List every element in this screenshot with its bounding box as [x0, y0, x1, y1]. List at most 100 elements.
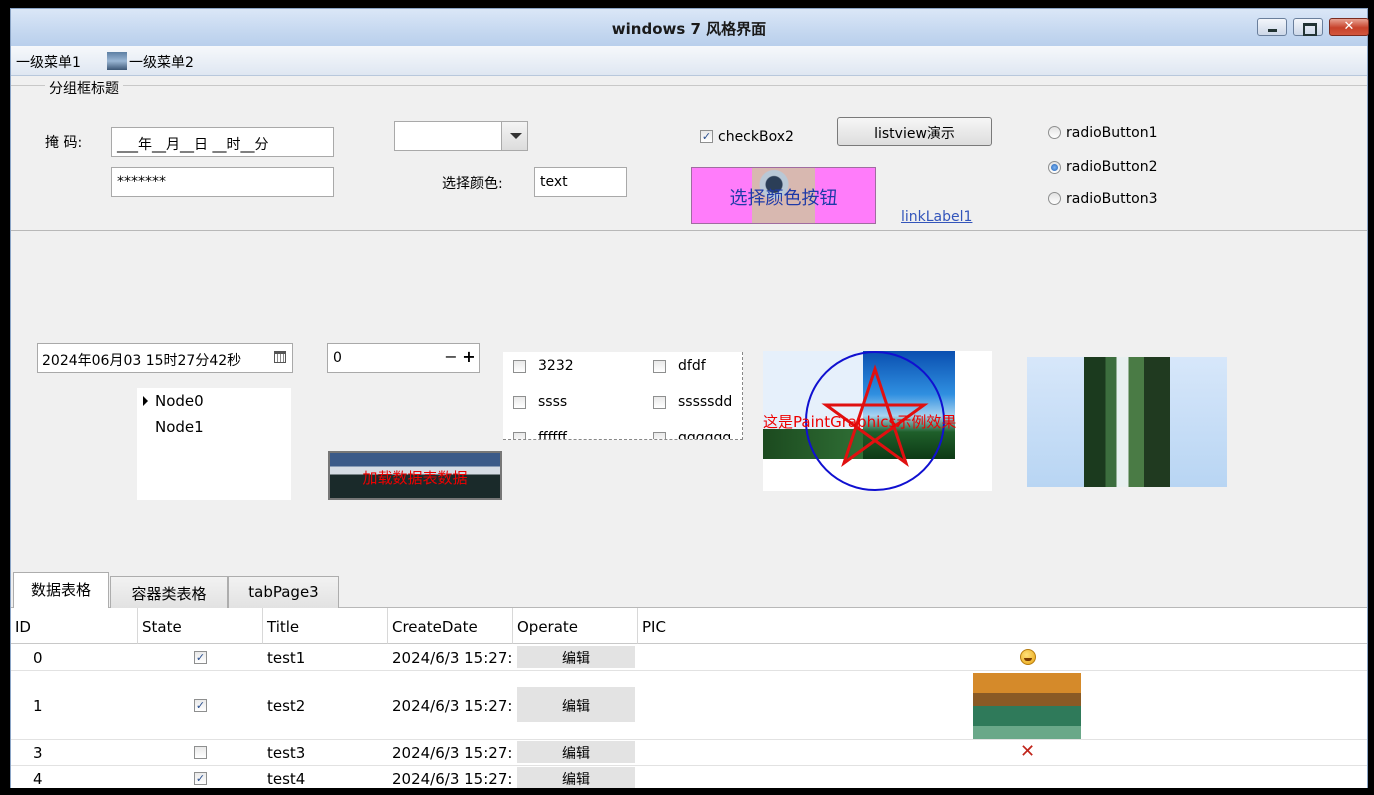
title-bar[interactable]: windows 7 风格界面 ✕ [10, 8, 1369, 46]
radio-label-1: radioButton1 [1066, 125, 1158, 141]
checklist-item[interactable]: gggggg [653, 430, 732, 440]
expand-arrow-icon[interactable] [143, 396, 148, 406]
checklist-item[interactable]: ssss [513, 394, 567, 410]
group-title: 分组框标题 [45, 78, 123, 98]
checklist-item[interactable]: dfdf [653, 358, 706, 374]
radio-button-3[interactable] [1048, 192, 1061, 205]
masked-textbox[interactable]: ___年__月__日 __时__分 [111, 127, 334, 157]
mask-label: 掩 码: [45, 135, 83, 151]
radio-button-1[interactable] [1048, 126, 1061, 139]
color-button-label: 选择颜色按钮 [729, 188, 838, 209]
combo-box[interactable] [394, 121, 528, 151]
chevron-down-icon[interactable] [501, 122, 527, 150]
load-data-button[interactable]: 加载数据表数据 [328, 451, 502, 500]
checklist-label: sssssdd [678, 394, 733, 410]
table-row[interactable]: 1 ✓ test2 2024/6/3 15:27:4 编辑 [11, 671, 1367, 740]
table-row[interactable]: 3 test3 2024/6/3 15:27:4 编辑 ✕ [11, 740, 1367, 766]
calendar-icon[interactable] [274, 351, 286, 363]
menu-item-1[interactable]: 一级菜单1 [16, 52, 81, 72]
minus-icon[interactable]: − [443, 348, 459, 368]
tree-view[interactable]: Node0 Node1 [137, 388, 291, 500]
checkbox-icon[interactable] [513, 395, 526, 409]
window-title: windows 7 风格界面 [611, 20, 767, 38]
tree-node-0[interactable]: Node0 [155, 392, 204, 410]
edit-button[interactable]: 编辑 [517, 646, 635, 668]
numeric-value: 0 [333, 350, 342, 366]
state-checkbox[interactable]: ✓ [194, 772, 207, 785]
checkbox-icon[interactable] [653, 359, 666, 373]
color-picker-button[interactable]: 选择颜色按钮 [691, 167, 876, 224]
cell-title: test3 [267, 744, 306, 762]
column-header-pic[interactable]: PIC [638, 608, 1367, 644]
tab-data-grid[interactable]: 数据表格 [13, 572, 109, 609]
table-row[interactable]: 0 ✓ test1 2024/6/3 15:27:4 编辑 [11, 645, 1367, 671]
checkbox-icon[interactable] [653, 395, 666, 409]
cell-id: 3 [33, 744, 43, 762]
cell-date: 2024/6/3 15:27:4 [392, 770, 513, 788]
state-checkbox[interactable]: ✓ [194, 699, 207, 712]
column-header-operate[interactable]: Operate [513, 608, 638, 644]
datetime-picker[interactable]: 2024年06月03 15时27分42秒 [37, 343, 293, 373]
picture-box [1027, 357, 1227, 487]
menu-item-2-label: 一级菜单2 [129, 55, 194, 71]
column-header-id[interactable]: ID [11, 608, 138, 644]
checklist-label: gggggg [678, 430, 732, 440]
close-button[interactable]: ✕ [1329, 18, 1369, 36]
menu-item-2[interactable]: 一级菜单2 [107, 52, 194, 72]
menu-image-icon [107, 52, 127, 70]
state-checkbox[interactable] [194, 746, 207, 759]
minimize-button[interactable] [1257, 18, 1287, 36]
edit-button[interactable]: 编辑 [517, 767, 635, 788]
edit-button[interactable]: 编辑 [517, 687, 635, 722]
data-grid[interactable]: ID State Title CreateDate Operate PIC 0 … [11, 608, 1367, 788]
checkbox-icon[interactable] [653, 431, 666, 439]
checkbox-icon[interactable] [513, 359, 526, 373]
table-row[interactable]: 4 ✓ test4 2024/6/3 15:27:4 编辑 [11, 766, 1367, 788]
radio-button-2[interactable] [1048, 161, 1061, 174]
tab-container-grid[interactable]: 容器类表格 [110, 576, 228, 608]
app-window: windows 7 风格界面 ✕ 一级菜单1 一级菜单2 分组框标题 掩 码: … [0, 0, 1374, 795]
error-x-icon: ✕ [1020, 741, 1036, 762]
paint-graphics-panel: 这是PaintGraphics示例效果 [763, 351, 992, 491]
datetime-value: 2024年06月03 15时27分42秒 [42, 353, 242, 369]
color-label: 选择颜色: [442, 176, 503, 192]
checkbox2-label: checkBox2 [718, 129, 794, 145]
checklist-item[interactable]: sssssdd [653, 394, 732, 410]
cell-title: test2 [267, 697, 306, 715]
cell-id: 4 [33, 770, 43, 788]
checklist-label: ffffff [538, 430, 567, 440]
tab-strip: 数据表格 容器类表格 tabPage3 [11, 572, 1367, 609]
plus-icon[interactable]: + [461, 348, 477, 368]
checklist-item[interactable]: 3232 [513, 358, 574, 374]
edit-button[interactable]: 编辑 [517, 741, 635, 763]
tab-page3[interactable]: tabPage3 [228, 576, 339, 608]
cell-title: test1 [267, 649, 306, 667]
radio-label-2: radioButton2 [1066, 159, 1158, 175]
tree-node-1[interactable]: Node1 [155, 418, 204, 436]
cell-date: 2024/6/3 15:27:4 [392, 744, 513, 762]
checkbox-icon[interactable] [513, 431, 526, 439]
waterfall-image [1084, 357, 1170, 487]
column-header-createdate[interactable]: CreateDate [388, 608, 513, 644]
color-textbox[interactable]: text [534, 167, 627, 197]
cell-date: 2024/6/3 15:27:4 [392, 697, 513, 715]
maximize-button[interactable] [1293, 18, 1323, 36]
column-header-title[interactable]: Title [263, 608, 388, 644]
cell-id: 1 [33, 697, 43, 715]
numeric-updown[interactable]: 0 − + [327, 343, 480, 373]
checklist-label: 3232 [538, 358, 574, 374]
group-box: 分组框标题 [11, 78, 1367, 231]
column-header-state[interactable]: State [138, 608, 263, 644]
load-data-label: 加载数据表数据 [362, 469, 468, 487]
checked-list-box[interactable]: 3232 dfdf ssss sssssdd ffffff gggggg [503, 352, 743, 440]
link-label[interactable]: linkLabel1 [901, 209, 972, 225]
checkbox2-checkbox[interactable]: ✓ [700, 130, 713, 143]
paint-text: 这是PaintGraphics示例效果 [763, 413, 957, 431]
state-checkbox[interactable]: ✓ [194, 651, 207, 664]
password-textbox[interactable]: ******* [111, 167, 334, 197]
cell-date: 2024/6/3 15:27:4 [392, 649, 513, 667]
checklist-label: ssss [538, 394, 568, 410]
listview-demo-button[interactable]: listview演示 [837, 117, 992, 146]
checklist-label: dfdf [678, 358, 706, 374]
checklist-item[interactable]: ffffff [513, 430, 567, 440]
